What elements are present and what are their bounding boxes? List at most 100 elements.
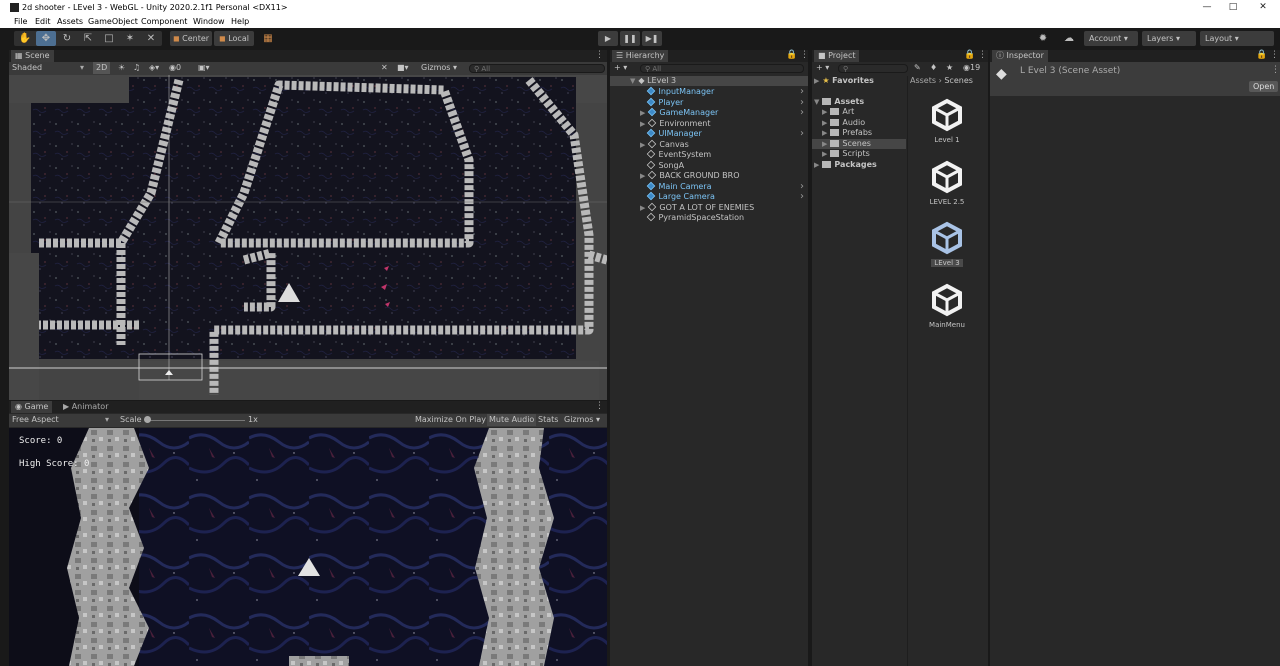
inspector-menu-icon[interactable]: ⋮ — [1270, 50, 1279, 60]
menu-component[interactable]: Component — [141, 17, 187, 26]
hierarchy-item[interactable]: InputManager › — [610, 87, 808, 97]
hierarchy-item[interactable]: SongA — [610, 160, 808, 171]
tab-animator[interactable]: ▶ Animator — [59, 401, 112, 413]
cloud-icon[interactable]: ☁ — [1059, 31, 1079, 46]
project-menu-icon[interactable]: ⋮ — [978, 50, 987, 60]
project-folder-item[interactable]: ▶ Scenes — [812, 138, 906, 149]
inspector-lock-icon[interactable]: 🔒 — [1256, 50, 1267, 60]
camera-icon[interactable]: ▣▾ — [198, 62, 210, 74]
prefab-open-arrow-icon[interactable]: › — [800, 87, 804, 97]
layout-dropdown[interactable]: Layout ▾ — [1200, 31, 1274, 46]
project-folder-item[interactable]: ▶ Scripts — [812, 149, 906, 159]
hierarchy-item[interactable]: Large Camera › — [610, 192, 808, 202]
minimize-icon[interactable]: — — [1196, 2, 1218, 12]
expand-arrow-icon[interactable]: ▶ — [822, 150, 827, 158]
game-gizmos-dropdown[interactable]: Gizmos ▾ — [564, 414, 600, 426]
inspector-asset-menu-icon[interactable]: ⋮ — [1271, 65, 1280, 75]
scene-gizmos-dropdown[interactable]: Gizmos ▾ — [421, 62, 457, 74]
hierarchy-search-input[interactable]: ⚲ All — [640, 64, 804, 73]
hierarchy-create-button[interactable]: + ▾ — [614, 62, 627, 74]
scene-visibility-toggle[interactable]: ◉0 — [169, 62, 181, 74]
scene-search-input[interactable]: ⚲ All — [469, 64, 605, 73]
transform-tool-icon[interactable]: ✶ — [120, 31, 140, 46]
project-create-button[interactable]: + ▾ — [816, 62, 829, 74]
tab-game[interactable]: ◉ Game — [11, 401, 53, 413]
scale-tool-icon[interactable]: ⇱ — [78, 31, 98, 46]
hierarchy-item[interactable]: UIManager › — [610, 129, 808, 139]
prefab-open-arrow-icon[interactable]: › — [800, 97, 804, 108]
tab-scene[interactable]: ▦ Scene — [11, 50, 54, 62]
expand-arrow-icon[interactable]: ▶ — [640, 204, 645, 212]
expand-arrow-icon[interactable]: ▶ — [822, 140, 827, 148]
hierarchy-item[interactable]: ▶ Canvas — [610, 139, 808, 150]
rotate-tool-icon[interactable]: ↻ — [57, 31, 77, 46]
expand-arrow-icon[interactable]: ▶ — [822, 119, 827, 127]
prefab-open-arrow-icon[interactable]: › — [800, 129, 804, 139]
project-folder-item[interactable]: ▶ Prefabs — [812, 128, 906, 138]
menu-window[interactable]: Window — [193, 17, 225, 26]
hierarchy-item[interactable]: PyramidSpaceStation — [610, 212, 808, 223]
hand-tool-icon[interactable]: ✋ — [15, 31, 35, 46]
maximize-icon[interactable]: □ — [1222, 2, 1244, 12]
prefab-open-arrow-icon[interactable]: › — [800, 108, 804, 118]
mode-2d-toggle[interactable]: 2D — [93, 62, 111, 74]
game-menu-icon[interactable]: ⋮ — [595, 401, 604, 411]
layers-dropdown[interactable]: Layers ▾ — [1142, 31, 1196, 46]
tab-project[interactable]: ■ Project — [814, 50, 860, 62]
expand-arrow-icon[interactable]: ▶ — [640, 172, 645, 180]
filter-type-icon[interactable]: ✎ — [914, 62, 921, 74]
grid-snap-icon[interactable]: ▦ — [258, 31, 278, 46]
hierarchy-menu-icon[interactable]: ⋮ — [800, 50, 809, 60]
aspect-dropdown[interactable]: Free Aspect — [12, 414, 59, 426]
project-folder-item[interactable]: ▶ Art — [812, 107, 906, 117]
menu-file[interactable]: File — [14, 17, 27, 26]
pause-button[interactable]: ❚❚ — [620, 31, 640, 46]
scene-asset-item[interactable]: MainMenu — [924, 283, 970, 329]
hidden-packages-toggle[interactable]: ◉19 — [963, 62, 980, 74]
favorite-star-icon[interactable]: ★ — [946, 62, 953, 74]
shading-dropdown[interactable]: Shaded — [12, 62, 42, 74]
filter-label-icon[interactable]: ♦ — [930, 62, 937, 74]
prefab-open-arrow-icon[interactable]: › — [800, 192, 804, 202]
breadcrumb-assets[interactable]: Assets — [910, 76, 936, 85]
step-button[interactable]: ▶❚ — [642, 31, 662, 46]
expand-arrow-icon[interactable]: ▶ — [822, 108, 827, 116]
favorites-folder[interactable]: ▶ ★ Favorites — [814, 76, 874, 86]
open-button[interactable]: Open — [1249, 81, 1279, 92]
scene-asset-item[interactable]: LEvel 3 — [924, 221, 970, 267]
close-icon[interactable]: ✕ — [1252, 2, 1274, 12]
expand-arrow-icon[interactable]: ▶ — [640, 120, 645, 128]
hierarchy-item[interactable]: Player › — [610, 97, 808, 108]
game-view[interactable] — [9, 428, 607, 666]
pivot-center-button[interactable]: ◼ Center — [170, 31, 212, 46]
hierarchy-item[interactable]: ▶ Environment — [610, 118, 808, 129]
hierarchy-item[interactable]: ▶ GameManager › — [610, 108, 808, 118]
scene-menu-icon[interactable]: ⋮ — [595, 50, 604, 60]
custom-tool-icon[interactable]: ✕ — [141, 31, 161, 46]
tab-inspector[interactable]: ⓘ Inspector — [992, 50, 1048, 62]
move-tool-icon[interactable]: ✥ — [36, 31, 56, 46]
expand-arrow-icon[interactable]: ▶ — [640, 109, 645, 117]
hierarchy-item[interactable]: EventSystem — [610, 149, 808, 160]
scene-asset-item[interactable]: LEVEL 2.5 — [924, 160, 970, 206]
scale-slider-handle[interactable] — [144, 416, 151, 423]
tools-icon[interactable]: ✕ — [381, 62, 388, 74]
menu-gameobject[interactable]: GameObject — [88, 17, 138, 26]
expand-arrow-icon[interactable]: ▶ — [822, 129, 827, 137]
audio-icon[interactable]: ♫ — [133, 62, 140, 74]
breadcrumb-scenes[interactable]: Scenes — [944, 76, 973, 85]
lighting-icon[interactable]: ☀ — [118, 62, 125, 74]
account-dropdown[interactable]: Account ▾ — [1084, 31, 1138, 46]
mute-audio-toggle[interactable]: Mute Audio — [487, 414, 537, 426]
hierarchy-scene-root[interactable]: ▼ ◆ LEvel 3 — [610, 76, 808, 86]
collab-icon[interactable]: ✹ — [1033, 31, 1053, 46]
tab-hierarchy[interactable]: ☰ Hierarchy — [612, 50, 669, 62]
project-folder-item[interactable]: ▶ Audio — [812, 118, 906, 128]
prefab-open-arrow-icon[interactable]: › — [800, 181, 804, 192]
menu-help[interactable]: Help — [231, 17, 249, 26]
hierarchy-item[interactable]: ▶ GOT A LOT OF ENEMIES — [610, 202, 808, 213]
assets-folder[interactable]: ▼ Assets — [814, 97, 864, 107]
project-lock-icon[interactable]: 🔒 — [964, 50, 975, 60]
hierarchy-item[interactable]: ▶ BACK GROUND BRO — [610, 170, 808, 181]
effects-icon[interactable]: ◈▾ — [149, 62, 159, 74]
